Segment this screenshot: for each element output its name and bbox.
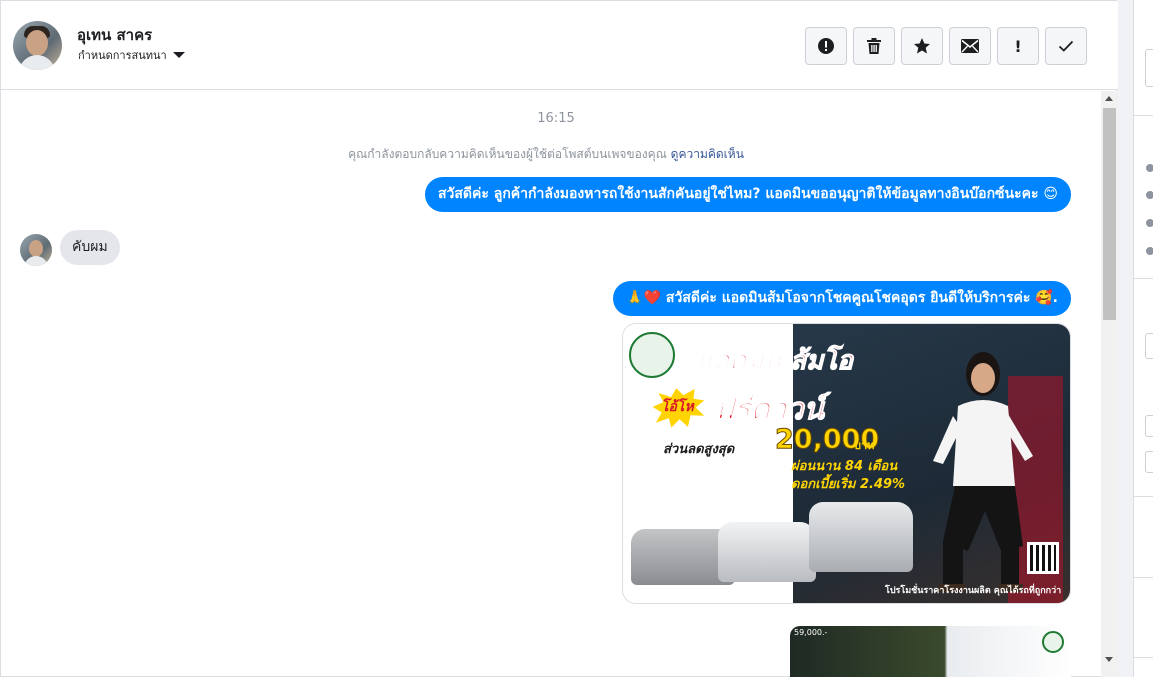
avatar[interactable]: [13, 21, 62, 70]
scroll-down-icon[interactable]: [1105, 657, 1113, 662]
follow-up-button[interactable]: !: [997, 27, 1039, 65]
delete-button[interactable]: [853, 27, 895, 65]
promo-discount-label: ส่วนลดสูงสุด: [663, 442, 735, 457]
sender-avatar[interactable]: [20, 234, 52, 266]
contact-name[interactable]: อุเทน สาคร: [77, 23, 152, 47]
caret-down-icon: [172, 52, 185, 58]
promo-burst-text: โอ้โห: [661, 399, 694, 415]
promo-footer: โปรโมชั่นราคาโรงงานผลิต คุณได้รถที่ถูกกว…: [885, 586, 1062, 596]
sidebar-field[interactable]: [1145, 451, 1153, 473]
details-sidebar-edge: [1133, 0, 1153, 677]
assign-label: กำหนดการสนทนา: [78, 49, 167, 62]
divider: [1134, 577, 1153, 578]
sidebar-icon: [1146, 219, 1153, 227]
dealer-logo: [1042, 631, 1064, 653]
scrollbar-thumb[interactable]: [1103, 108, 1116, 320]
star-icon: [914, 38, 930, 54]
promo-currency: บาท: [854, 439, 875, 452]
spam-button[interactable]: [805, 27, 847, 65]
promo-image-attachment[interactable]: 59,000.-: [790, 626, 1071, 677]
conversation-header: อุเทน สาคร กำหนดการสนทนา !: [1, 1, 1118, 90]
outgoing-message[interactable]: สวัสดีค่ะ ลูกค้ากำลังมองหารถใช้งานสักคัน…: [424, 177, 1071, 212]
sidebar-icon: [1146, 191, 1153, 199]
mark-unread-button[interactable]: [949, 27, 991, 65]
message-timestamp: 16:15: [537, 111, 575, 126]
check-icon: [1058, 40, 1074, 52]
notice-text: คุณกำลังตอบกลับความคิดเห็นของผู้ใช้ต่อโพ…: [348, 147, 671, 161]
envelope-icon: [961, 39, 979, 53]
promo-image-attachment[interactable]: แอดมิน ส้มโอ โอ้โห ฟรีดาวน์ ส่วนลดสูงสุด…: [622, 323, 1071, 604]
divider: [1134, 496, 1153, 497]
star-button[interactable]: [901, 27, 943, 65]
sidebar-icon: [1146, 164, 1153, 172]
view-comment-link[interactable]: ดูความคิดเห็น: [671, 147, 744, 161]
divider: [1134, 278, 1153, 279]
message-thread: 16:15 คุณกำลังตอบกลับความคิดเห็นของผู้ใช…: [1, 91, 1101, 677]
divider: [1134, 115, 1153, 116]
exclamation-icon: !: [1014, 36, 1022, 56]
mark-done-button[interactable]: [1045, 27, 1087, 65]
promo2-price: 59,000.-: [794, 628, 828, 637]
car-image: [718, 522, 816, 582]
incoming-message[interactable]: คับผม: [60, 230, 120, 265]
outgoing-message[interactable]: 🙏❤️ สวัสดีค่ะ แอดมินส้มโอจากโชคคูณโชคอุด…: [613, 281, 1071, 316]
thread-scrollbar[interactable]: [1101, 91, 1118, 677]
car-image: [809, 502, 913, 572]
sidebar-icon: [1146, 247, 1153, 255]
scroll-up-icon[interactable]: [1105, 96, 1113, 101]
qr-code: [1027, 542, 1059, 574]
dealer-logo: [629, 332, 675, 378]
divider: [1134, 657, 1153, 658]
sidebar-field[interactable]: [1145, 49, 1153, 87]
alert-circle-icon: [818, 38, 834, 54]
trash-icon: [867, 38, 881, 54]
promo-headline: แอดมิน ส้มโอ: [697, 346, 854, 377]
app-root: อุเทน สาคร กำหนดการสนทนา ! 16:15 คุณกำลั…: [0, 0, 1153, 677]
conversation-panel: อุเทน สาคร กำหนดการสนทนา ! 16:15 คุณกำลั…: [0, 0, 1118, 677]
sidebar-field[interactable]: [1145, 333, 1153, 359]
comment-reply-notice: คุณกำลังตอบกลับความคิดเห็นของผู้ใช้ต่อโพ…: [1, 145, 1091, 164]
action-toolbar: !: [805, 27, 1087, 65]
promo-interest: ดอกเบี้ยเริ่ม 2.49%: [791, 477, 906, 492]
sidebar-field[interactable]: [1145, 415, 1153, 437]
assign-conversation-dropdown[interactable]: กำหนดการสนทนา: [78, 46, 185, 64]
